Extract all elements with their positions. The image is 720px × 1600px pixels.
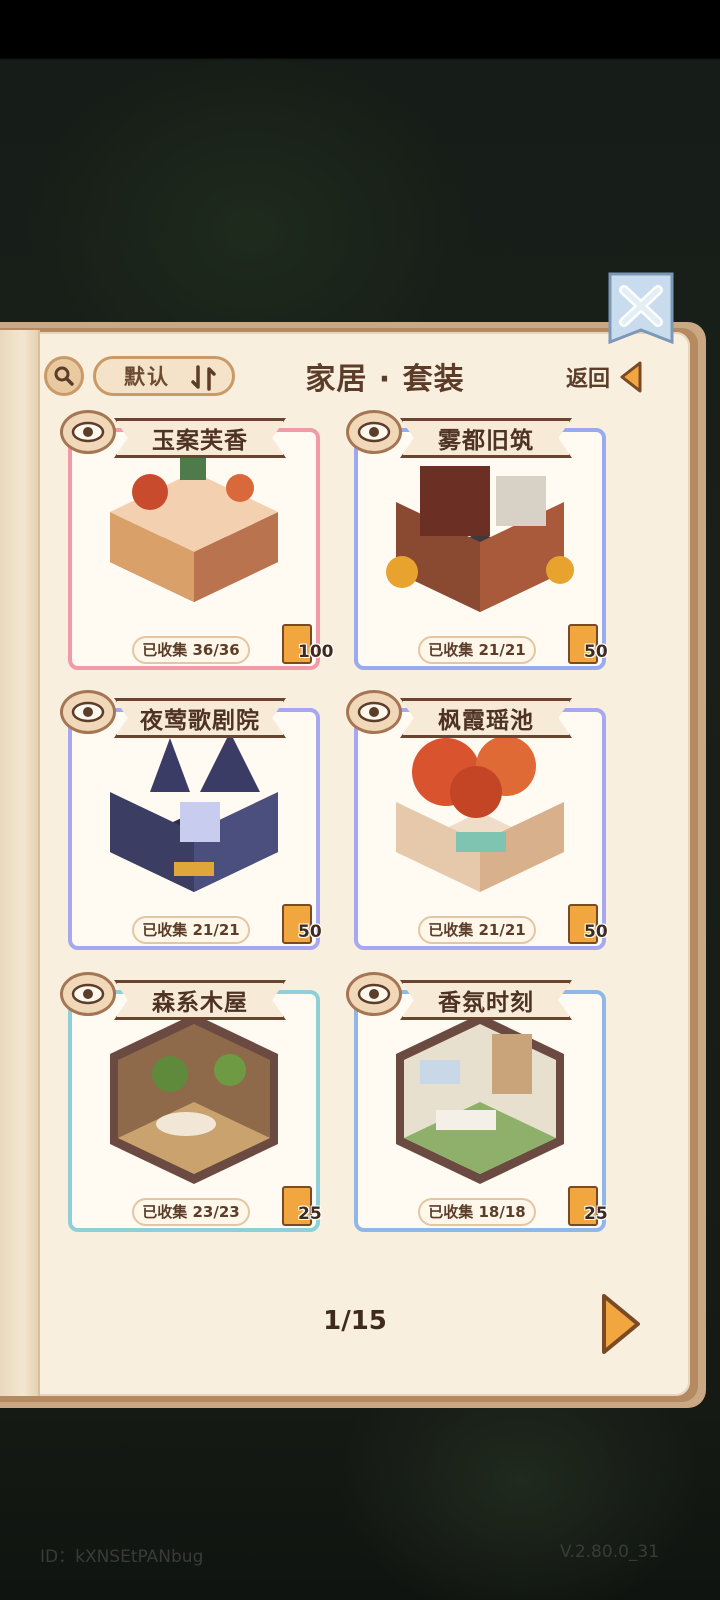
- set-name-banner: 夜莺歌剧院: [114, 698, 286, 738]
- set-preview-image: [110, 732, 278, 892]
- preview-eye-button[interactable]: [60, 690, 116, 734]
- reward-badge: 100: [278, 624, 334, 668]
- page-title: 家居 · 套装: [305, 362, 465, 397]
- set-name-banner: 玉案芙香: [114, 418, 286, 458]
- close-button[interactable]: [606, 272, 676, 345]
- set-name: 夜莺歌剧院: [140, 708, 260, 734]
- back-button[interactable]: 返回: [566, 358, 644, 396]
- reward-badge: 25: [564, 1186, 620, 1230]
- next-page-button[interactable]: [598, 1292, 642, 1356]
- reward-amount: 25: [584, 1204, 608, 1224]
- preview-eye-button[interactable]: [346, 410, 402, 454]
- set-preview-image: [396, 1014, 564, 1184]
- reward-badge: 50: [564, 904, 620, 948]
- back-label: 返回: [566, 367, 611, 392]
- next-arrow-icon: [602, 1294, 640, 1354]
- status-bar-area: [0, 0, 720, 58]
- set-card[interactable]: 夜莺歌剧院 已收集 21/21 50: [60, 690, 324, 958]
- sort-label: 默认: [124, 365, 170, 389]
- preview-eye-button[interactable]: [60, 972, 116, 1016]
- set-preview-image: [386, 466, 574, 612]
- set-name: 雾都旧筑: [438, 428, 534, 454]
- reward-amount: 50: [298, 922, 322, 942]
- reward-amount: 100: [298, 642, 334, 662]
- collect-progress: 已收集 18/18: [418, 1198, 536, 1226]
- collect-progress: 已收集 23/23: [132, 1198, 250, 1226]
- collect-progress: 已收集 21/21: [132, 916, 250, 944]
- set-card[interactable]: 森系木屋 已收集 23/23 25: [60, 972, 324, 1240]
- set-card[interactable]: 香氛时刻 已收集 18/18 25: [346, 972, 610, 1240]
- set-card[interactable]: 枫霞瑶池 已收集 21/21 50: [346, 690, 610, 958]
- collect-progress: 已收集 36/36: [132, 636, 250, 664]
- reward-badge: 50: [278, 904, 334, 948]
- user-id-text: ID：kXNSEtPANbug: [40, 1547, 204, 1567]
- book-spine: [0, 330, 40, 1396]
- set-card[interactable]: 玉案芙香 已收集 36/36 100: [60, 410, 334, 678]
- set-name-banner: 香氛时刻: [400, 980, 572, 1020]
- eye-icon: [71, 421, 105, 443]
- page-indicator: 1/15: [323, 1306, 387, 1336]
- collect-progress: 已收集 21/21: [418, 636, 536, 664]
- reward-amount: 50: [584, 642, 608, 662]
- eye-icon: [357, 421, 391, 443]
- set-name: 枫霞瑶池: [438, 708, 534, 734]
- version-text: V.2.80.0_31: [560, 1542, 660, 1562]
- search-button[interactable]: [44, 356, 84, 396]
- sort-order-icon: [191, 365, 216, 391]
- reward-badge: 50: [564, 624, 620, 668]
- eye-icon: [357, 701, 391, 723]
- set-name-banner: 森系木屋: [114, 980, 286, 1020]
- eye-icon: [71, 983, 105, 1005]
- set-preview-image: [110, 456, 278, 602]
- reward-amount: 25: [298, 1204, 322, 1224]
- eye-icon: [357, 983, 391, 1005]
- reward-amount: 50: [584, 922, 608, 942]
- collect-progress: 已收集 21/21: [418, 916, 536, 944]
- preview-eye-button[interactable]: [346, 690, 402, 734]
- set-preview-image: [396, 736, 564, 892]
- sort-button[interactable]: 默认: [93, 356, 235, 396]
- close-icon: [608, 272, 674, 345]
- back-arrow-icon: [620, 361, 642, 393]
- set-name: 玉案芙香: [152, 428, 248, 454]
- set-name-banner: 枫霞瑶池: [400, 698, 572, 738]
- set-name: 森系木屋: [152, 990, 248, 1016]
- reward-badge: 25: [278, 1186, 334, 1230]
- eye-icon: [71, 701, 105, 723]
- set-name: 香氛时刻: [438, 990, 534, 1016]
- set-card[interactable]: 雾都旧筑 已收集 21/21 50: [346, 410, 610, 678]
- set-name-banner: 雾都旧筑: [400, 418, 572, 458]
- set-preview-image: [110, 1014, 278, 1184]
- preview-eye-button[interactable]: [60, 410, 116, 454]
- search-icon: [54, 366, 74, 386]
- preview-eye-button[interactable]: [346, 972, 402, 1016]
